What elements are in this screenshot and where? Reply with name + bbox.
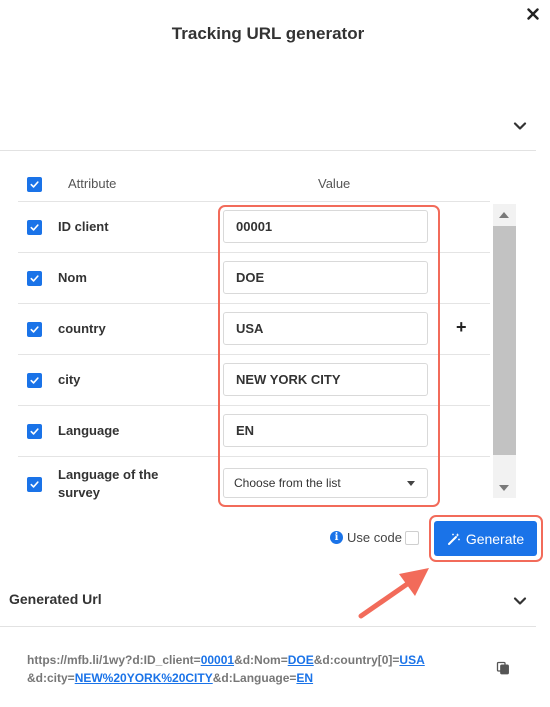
url-segment: https://mfb.li/1wy?d:ID_client= bbox=[27, 653, 201, 667]
close-button[interactable] bbox=[523, 4, 543, 24]
close-icon bbox=[527, 8, 539, 20]
chevron-down-icon[interactable] bbox=[512, 118, 528, 134]
dialog-title: Tracking URL generator bbox=[171, 24, 365, 43]
row-checkbox-id-client[interactable] bbox=[27, 220, 42, 235]
attribute-label-line: survey bbox=[58, 485, 100, 500]
generate-button[interactable]: Generate bbox=[434, 521, 537, 556]
scroll-down-arrow-icon[interactable] bbox=[499, 485, 509, 491]
select-all-checkbox[interactable] bbox=[27, 177, 42, 192]
check-icon bbox=[30, 428, 39, 435]
url-segment: &d:city= bbox=[27, 671, 75, 685]
generate-button-label: Generate bbox=[465, 530, 525, 547]
attribute-label: country bbox=[58, 321, 106, 336]
add-row-button[interactable]: + bbox=[456, 317, 467, 338]
check-icon bbox=[30, 275, 39, 282]
column-header-value: Value bbox=[318, 176, 351, 191]
url-value-link[interactable]: USA bbox=[399, 653, 424, 667]
attribute-label: Nom bbox=[58, 270, 87, 285]
row-checkbox-language[interactable] bbox=[27, 424, 42, 439]
check-icon bbox=[30, 181, 39, 188]
section-divider bbox=[0, 150, 536, 151]
check-icon bbox=[30, 481, 39, 488]
copy-icon[interactable] bbox=[496, 661, 510, 675]
row-checkbox-city[interactable] bbox=[27, 373, 42, 388]
value-column-highlight bbox=[218, 205, 440, 507]
section-divider bbox=[0, 626, 536, 627]
magic-wand-icon bbox=[447, 532, 460, 545]
check-icon bbox=[30, 326, 39, 333]
url-value-link[interactable]: DOE bbox=[288, 653, 314, 667]
url-value-link[interactable]: NEW%20YORK%20CITY bbox=[75, 671, 213, 685]
url-value-link[interactable]: 00001 bbox=[201, 653, 234, 667]
scroll-up-arrow-icon[interactable] bbox=[499, 212, 509, 218]
column-header-attribute: Attribute bbox=[68, 176, 117, 191]
attribute-label-line: Language of the bbox=[58, 467, 159, 482]
generated-url-text[interactable]: https://mfb.li/1wy?d:ID_client=00001&d:N… bbox=[27, 651, 487, 687]
row-checkbox-language-survey[interactable] bbox=[27, 477, 42, 492]
check-icon bbox=[30, 224, 39, 231]
attribute-label: Language bbox=[58, 423, 120, 438]
url-segment: &d:Nom= bbox=[234, 653, 288, 667]
attribute-label: Language of the survey bbox=[58, 466, 158, 502]
use-code-checkbox[interactable] bbox=[405, 531, 419, 545]
check-icon bbox=[30, 377, 39, 384]
url-segment: &d:Language= bbox=[212, 671, 297, 685]
info-icon: i bbox=[330, 531, 343, 544]
table-scrollbar[interactable] bbox=[493, 204, 516, 498]
row-checkbox-nom[interactable] bbox=[27, 271, 42, 286]
chevron-down-icon[interactable] bbox=[512, 593, 528, 609]
attribute-label: city bbox=[58, 372, 81, 387]
annotation-arrow bbox=[358, 568, 429, 619]
attribute-label: ID client bbox=[58, 219, 109, 234]
url-segment: &d:country[0]= bbox=[313, 653, 400, 667]
generated-url-title: Generated Url bbox=[9, 591, 102, 607]
scrollbar-thumb[interactable] bbox=[493, 226, 516, 455]
url-value-link[interactable]: EN bbox=[296, 671, 313, 685]
use-code-label: Use code bbox=[347, 530, 402, 545]
row-checkbox-country[interactable] bbox=[27, 322, 42, 337]
